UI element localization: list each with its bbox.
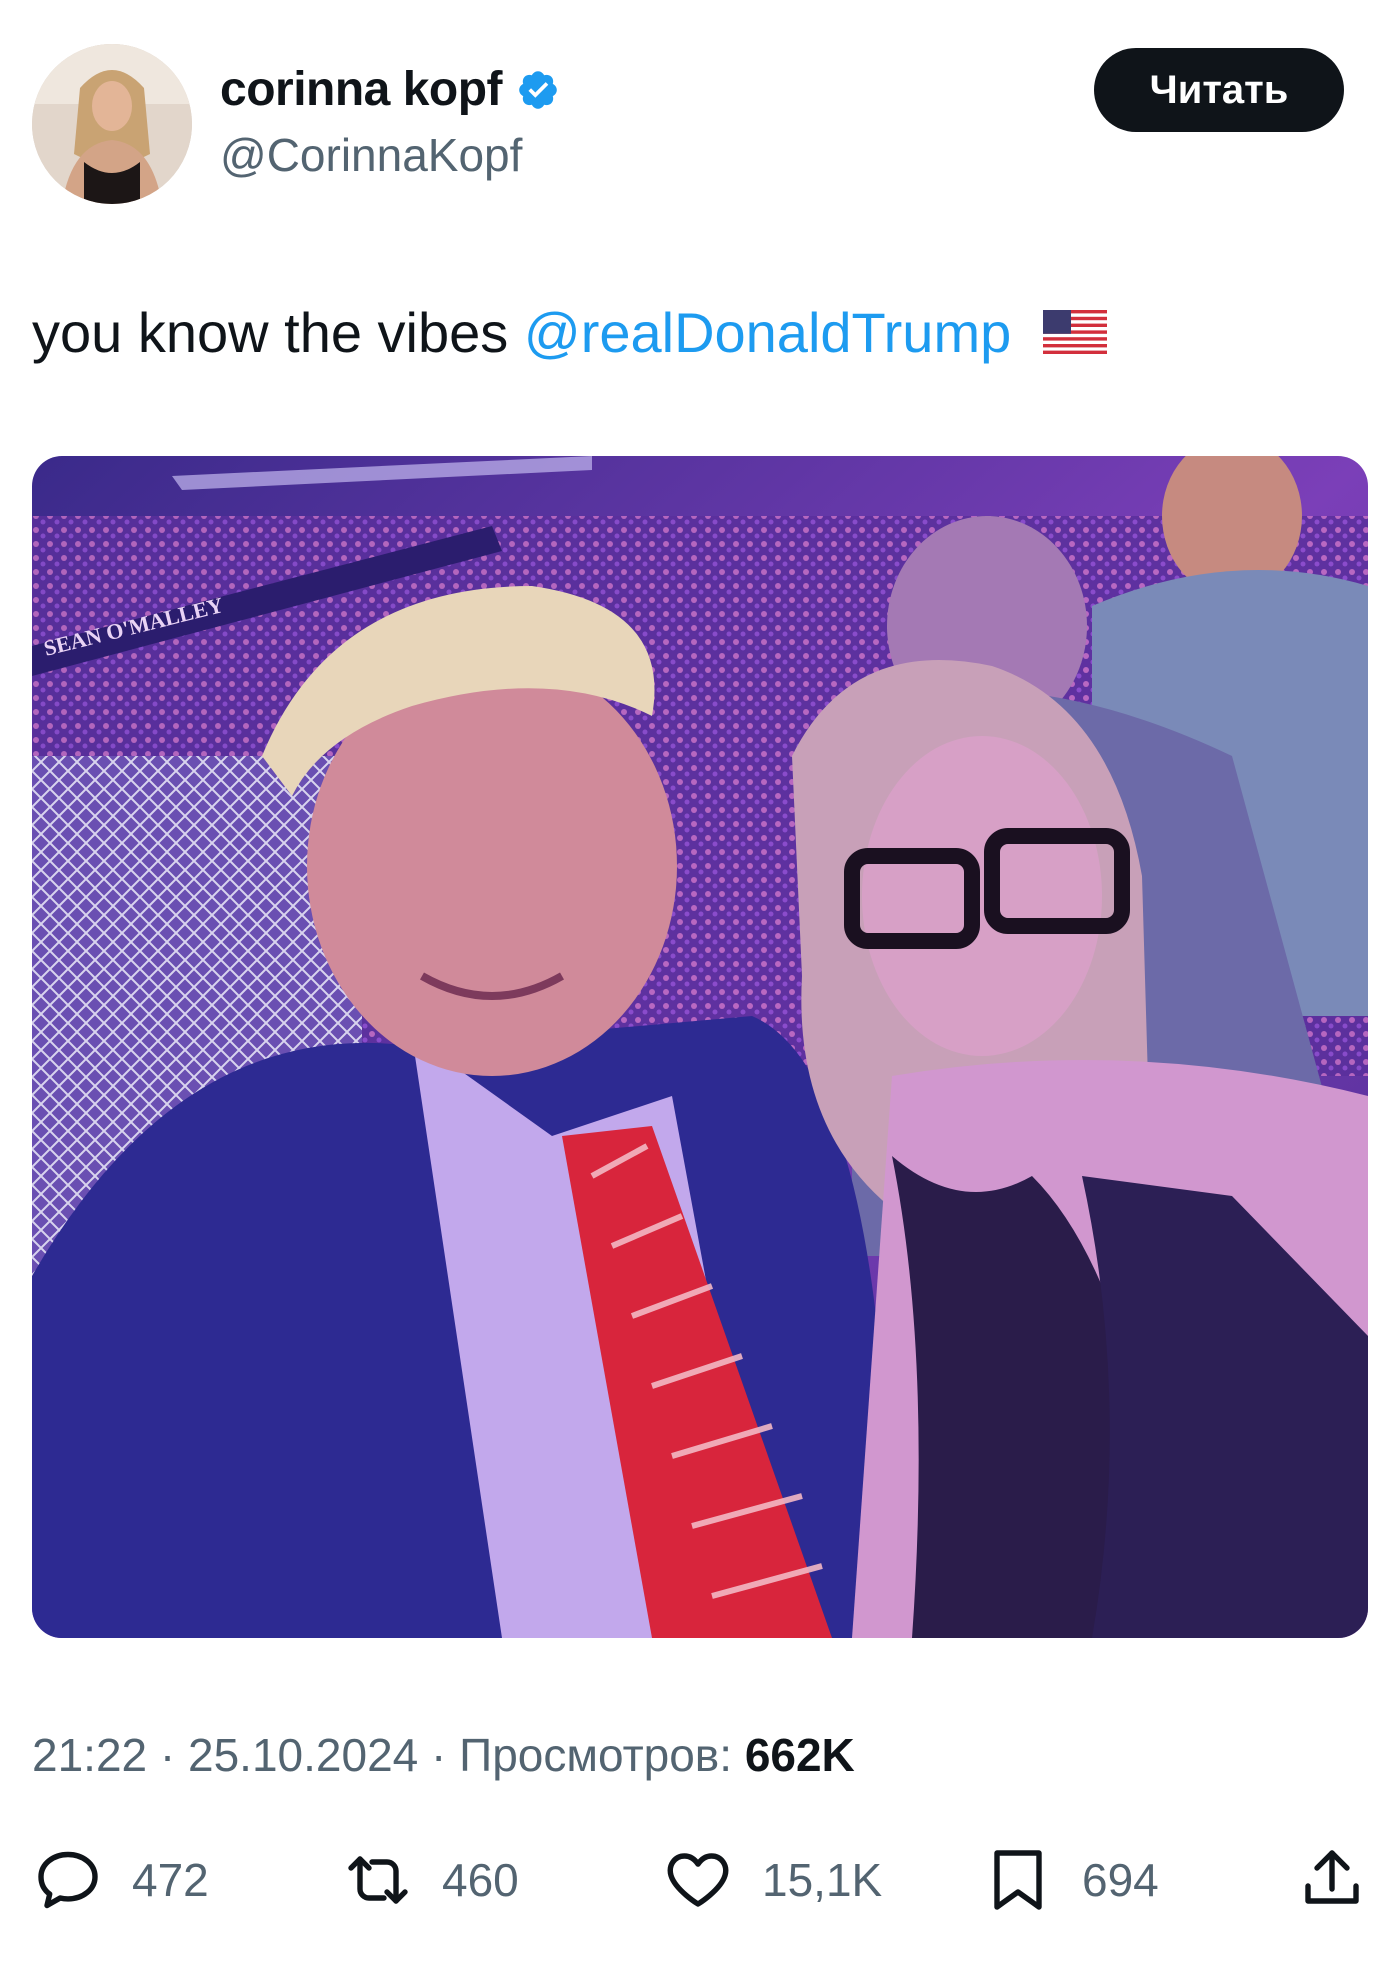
views-label: Просмотров: xyxy=(459,1729,733,1781)
follow-button[interactable]: Читать xyxy=(1094,48,1344,132)
tweet-date[interactable]: 25.10.2024 xyxy=(188,1729,418,1781)
like-button[interactable]: 15,1K xyxy=(662,1840,882,1920)
retweet-icon xyxy=(348,1856,408,1904)
retweet-button[interactable]: 460 xyxy=(342,1840,519,1920)
like-count: 15,1K xyxy=(762,1854,883,1906)
avatar[interactable] xyxy=(32,44,192,204)
avatar-image xyxy=(32,44,192,204)
share-icon xyxy=(1305,1850,1359,1904)
verified-badge-icon xyxy=(519,70,557,109)
author-display-name[interactable]: corinna kopf xyxy=(220,62,503,117)
tweet-time[interactable]: 21:22 xyxy=(32,1729,147,1781)
author-name-row: corinna kopf xyxy=(220,62,560,117)
bookmark-count: 694 xyxy=(1082,1854,1159,1906)
views-count: 662K xyxy=(744,1729,855,1781)
action-bar: 472 460 15,1K 694 xyxy=(32,1840,1368,1920)
bookmark-button[interactable]: 694 xyxy=(982,1840,1159,1920)
reply-icon xyxy=(38,1851,98,1909)
tweet-text: you know the vibes @realDonaldTrump xyxy=(32,298,1368,368)
meta-separator: · xyxy=(418,1729,460,1781)
reply-button[interactable]: 472 xyxy=(32,1840,209,1920)
retweet-count: 460 xyxy=(442,1854,519,1906)
tweet-meta: 21:22 · 25.10.2024 · Просмотров: 662K xyxy=(32,1728,855,1782)
share-button[interactable] xyxy=(1296,1840,1368,1920)
heart-icon xyxy=(667,1853,729,1907)
mention-link[interactable]: @realDonaldTrump xyxy=(524,301,1011,364)
tweet-card: corinna kopf @CorinnaKopf Читать you kno… xyxy=(0,0,1400,1976)
author-handle[interactable]: @CorinnaKopf xyxy=(220,128,522,182)
us-flag-icon xyxy=(1042,310,1107,355)
photo-image: SEAN O'MALLEY xyxy=(32,456,1368,1638)
tweet-body: you know the vibes xyxy=(32,301,509,364)
tweet-photo[interactable]: SEAN O'MALLEY xyxy=(32,456,1368,1638)
reply-count: 472 xyxy=(132,1854,209,1906)
meta-separator: · xyxy=(147,1729,189,1781)
bookmark-icon xyxy=(994,1850,1042,1910)
